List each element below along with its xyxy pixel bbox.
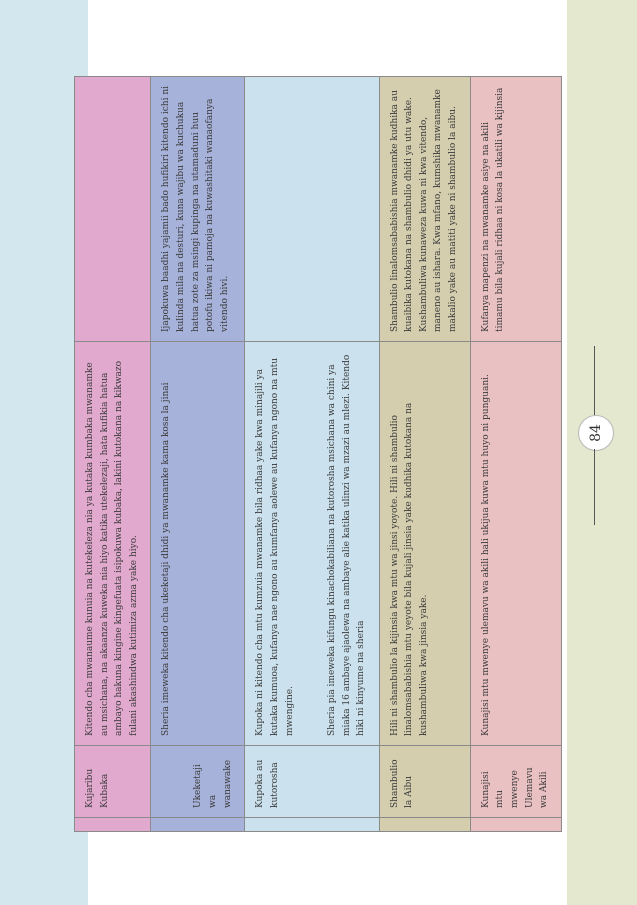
offence-description-cell: Kupoka ni kitendo cha mtu kumzuia mwanam… (244, 341, 380, 746)
description-paragraph: Kitendo cha mwanaume kunuia na kutekelez… (85, 360, 139, 736)
row-number-cell (74, 817, 151, 832)
row-number-cell (470, 817, 562, 832)
offence-name-cell: Kujaribu Kubaka (74, 745, 151, 818)
offence-description-cell: Sheria imeweka kitendo cha ukeketaji dhi… (150, 341, 245, 746)
offence-notes-cell (244, 76, 380, 342)
table-row: Kunajisi mtu mwenye Ulemavu wa Akili Kun… (470, 76, 562, 832)
offence-name-cell: Ukeketaji wa wanawake (150, 745, 245, 818)
offence-description-cell: Kunajisi mtu mwenye ulemavu wa akili hal… (470, 341, 562, 746)
rotated-table-container: Kujaribu Kubaka Kitendo cha mwanaume kun… (74, 76, 562, 832)
offence-description-cell: Hili ni shambulio la kijinsia kwa mtu wa… (379, 341, 471, 746)
description-paragraph: Sheria pia imeweka kifungu kinachokabili… (327, 354, 367, 736)
description-paragraph: Hili ni shambulio la kijinsia kwa mtu wa… (389, 402, 429, 736)
table-row: Shambulio la Aibu Hili ni shambulio la k… (379, 76, 471, 832)
page-number-rule-top (594, 346, 595, 415)
offence-name-cell: Shambulio la Aibu (379, 745, 471, 818)
page-number-rule-bottom (594, 449, 595, 525)
table-row: Kupoka au kutorosha Kupoka ni kitendo ch… (244, 76, 380, 832)
description-paragraph: Kupoka ni kitendo cha mtu kumzuia mwanam… (255, 357, 295, 736)
offences-table: Kujaribu Kubaka Kitendo cha mwanaume kun… (74, 76, 562, 832)
offence-notes-cell: Ijapokuwa baadhi yajamii bado hufikiri k… (150, 76, 245, 342)
row-number-cell (379, 817, 471, 832)
table-row: Ukeketaji wa wanawake Sheria imeweka kit… (150, 76, 245, 832)
offence-notes-cell: Shambulio linalomsababishia mwanamke kud… (379, 76, 471, 342)
description-paragraph: Sheria imeweka kitendo cha ukeketaji dhi… (161, 382, 172, 737)
row-number-cell (150, 817, 245, 832)
offence-notes-cell: Kufanya mapenzi na mwanamke asiye na aki… (470, 76, 562, 342)
offence-name-cell: Kunajisi mtu mwenye Ulemavu wa Akili (470, 745, 562, 818)
page-number: 84 (587, 424, 604, 442)
description-paragraph: Kunajisi mtu mwenye ulemavu wa akili hal… (480, 374, 491, 736)
row-number-cell (244, 817, 380, 832)
offence-notes-cell (74, 76, 151, 342)
table-row: Kujaribu Kubaka Kitendo cha mwanaume kun… (74, 76, 151, 832)
offence-name-cell: Kupoka au kutorosha (244, 745, 380, 818)
offence-description-cell: Kitendo cha mwanaume kunuia na kutekelez… (74, 341, 151, 746)
page-number-badge: 84 (578, 415, 614, 451)
right-margin-band (567, 0, 637, 905)
